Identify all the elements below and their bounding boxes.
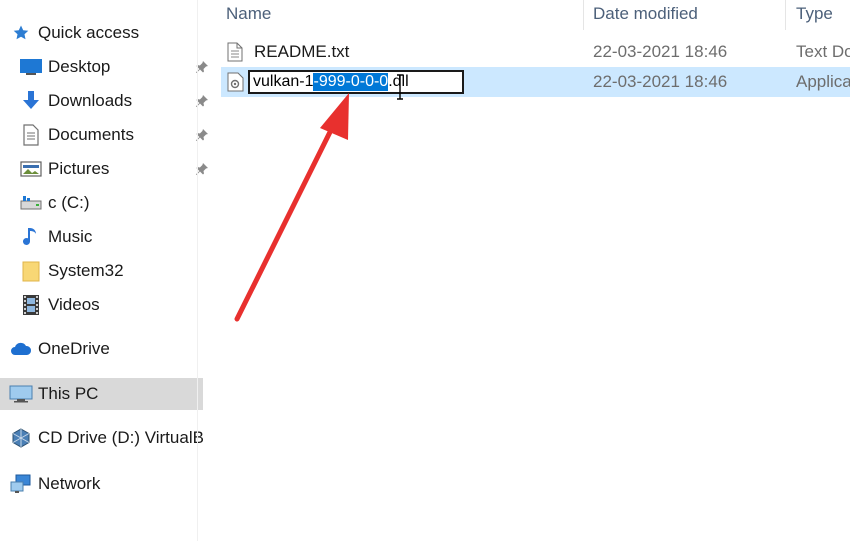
document-icon bbox=[18, 123, 44, 147]
nav-cd-drive[interactable]: CD Drive (D:) VirtualB bbox=[0, 422, 203, 454]
column-separator[interactable] bbox=[583, 0, 584, 30]
rename-text-selection: -999-0-0-0 bbox=[313, 73, 389, 91]
nav-quick-access[interactable]: Quick access bbox=[0, 17, 203, 49]
virtualbox-icon bbox=[8, 426, 34, 450]
rename-input[interactable]: vulkan-1 -999-0-0-0 .dll bbox=[248, 70, 464, 94]
drive-icon bbox=[18, 191, 44, 215]
sidebar-item-label: Desktop bbox=[48, 57, 111, 76]
sidebar-item-label: Downloads bbox=[48, 91, 133, 110]
sidebar-item-label: Pictures bbox=[48, 159, 110, 178]
file-type: Text Do bbox=[796, 42, 850, 61]
file-name: README.txt bbox=[254, 42, 350, 61]
sidebar-item-label: System32 bbox=[48, 261, 124, 280]
nav-onedrive[interactable]: OneDrive bbox=[0, 333, 203, 365]
star-icon bbox=[8, 21, 34, 45]
column-header-label: Date modified bbox=[593, 4, 698, 23]
file-date-modified: 22-03-2021 18:46 bbox=[593, 72, 728, 91]
nav-this-pc[interactable]: This PC bbox=[0, 378, 203, 410]
desktop-icon bbox=[18, 55, 44, 79]
column-header-label: Name bbox=[226, 4, 272, 23]
sidebar-item-label: Music bbox=[48, 227, 93, 246]
nav-quick-access-label: Quick access bbox=[38, 23, 140, 42]
nav-cd-drive-label: CD Drive (D:) VirtualB bbox=[38, 428, 203, 447]
film-strip-icon bbox=[18, 293, 44, 317]
column-header-label: Type bbox=[796, 4, 833, 23]
sidebar-item-downloads[interactable]: Downloads bbox=[0, 85, 213, 117]
download-arrow-icon bbox=[18, 89, 44, 113]
cloud-icon bbox=[8, 337, 34, 361]
sidebar-item-system32[interactable]: System32 bbox=[0, 255, 213, 287]
file-row-readme[interactable]: README.txt 22-03-2021 18:46 Text Do bbox=[221, 37, 850, 67]
navigation-pane: Quick access Desktop Downloads Documents bbox=[0, 0, 208, 541]
text-file-icon bbox=[227, 37, 249, 67]
dll-file-icon bbox=[227, 67, 249, 97]
pictures-icon bbox=[18, 157, 44, 181]
sidebar-item-pictures[interactable]: Pictures bbox=[0, 153, 213, 185]
sidebar-item-label: Videos bbox=[48, 295, 100, 314]
sidebar-item-documents[interactable]: Documents bbox=[0, 119, 213, 151]
sidebar-item-c-drive[interactable]: c (C:) bbox=[0, 187, 213, 219]
column-header-date-modified[interactable]: Date modified bbox=[593, 0, 698, 28]
text-cursor-icon bbox=[397, 74, 403, 100]
nav-this-pc-label: This PC bbox=[38, 384, 99, 403]
music-note-icon bbox=[18, 225, 44, 249]
computer-icon bbox=[8, 382, 34, 406]
sidebar-item-label: Documents bbox=[48, 125, 134, 144]
sidebar-item-desktop[interactable]: Desktop bbox=[0, 51, 213, 83]
nav-onedrive-label: OneDrive bbox=[38, 339, 110, 358]
file-row-vulkan-dll[interactable]: vulkan-1 -999-0-0-0 .dll 22-03-2021 18:46 … bbox=[221, 67, 850, 97]
column-header-name[interactable]: Name bbox=[226, 0, 271, 28]
rename-text-before: vulkan-1 bbox=[253, 73, 314, 90]
nav-network-label: Network bbox=[38, 474, 101, 493]
sidebar-item-label: c (C:) bbox=[48, 193, 90, 212]
network-icon bbox=[8, 472, 34, 496]
file-date-modified: 22-03-2021 18:46 bbox=[593, 42, 728, 61]
pane-divider[interactable] bbox=[197, 0, 198, 541]
file-type: Applica bbox=[796, 72, 850, 91]
folder-icon bbox=[18, 259, 44, 283]
column-separator[interactable] bbox=[785, 0, 786, 30]
sidebar-item-videos[interactable]: Videos bbox=[0, 289, 213, 321]
sidebar-item-music[interactable]: Music bbox=[0, 221, 213, 253]
nav-network[interactable]: Network bbox=[0, 468, 203, 500]
column-header-type[interactable]: Type bbox=[796, 0, 833, 28]
